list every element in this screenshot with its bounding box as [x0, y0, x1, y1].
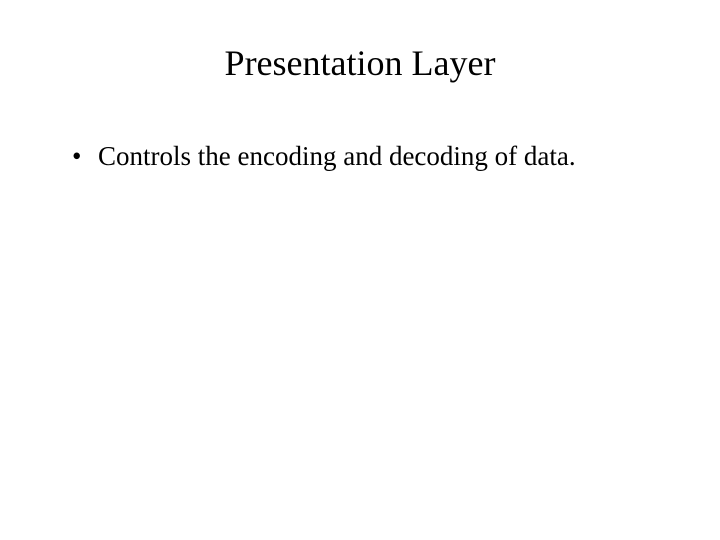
slide: Presentation Layer Controls the encoding…	[0, 0, 720, 540]
slide-title: Presentation Layer	[0, 42, 720, 84]
bullet-list: Controls the encoding and decoding of da…	[70, 140, 660, 174]
list-item: Controls the encoding and decoding of da…	[70, 140, 660, 174]
slide-body: Controls the encoding and decoding of da…	[70, 140, 660, 174]
